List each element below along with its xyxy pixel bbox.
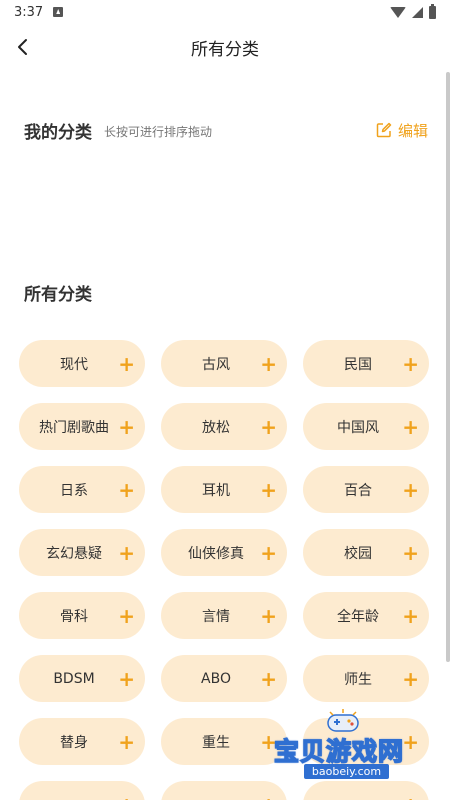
category-chip[interactable]: 玄幻悬疑 + <box>19 529 145 576</box>
category-chip[interactable]: 百合 + <box>303 466 429 513</box>
category-chip[interactable]: 全年龄 + <box>303 592 429 639</box>
category-chip[interactable]: 言情 + <box>161 592 287 639</box>
notification-icon <box>53 7 64 17</box>
watermark: 宝贝游戏网 baobeiy.com <box>273 708 424 780</box>
category-chip[interactable]: 放松 + <box>161 403 287 450</box>
add-icon[interactable]: + <box>118 795 135 800</box>
category-chip[interactable]: 仙侠修真 + <box>161 529 287 576</box>
add-icon[interactable]: + <box>402 795 419 800</box>
status-right <box>390 3 436 19</box>
category-chip[interactable]: + <box>19 781 145 800</box>
header: 所有分类 <box>0 24 450 70</box>
edit-icon <box>376 122 392 138</box>
category-label: 古风 <box>202 356 230 373</box>
add-icon[interactable]: + <box>118 606 135 626</box>
add-icon[interactable]: + <box>118 354 135 374</box>
category-chip[interactable]: 中国风 + <box>303 403 429 450</box>
category-chip[interactable]: 替身 + <box>19 718 145 765</box>
category-chip[interactable]: 师生 + <box>303 655 429 702</box>
category-label: ABO <box>201 670 231 687</box>
my-categories-hint: 长按可进行排序拖动 <box>104 124 213 139</box>
category-label: 玄幻悬疑 <box>46 545 102 562</box>
signal-icon <box>412 6 423 18</box>
category-chip[interactable]: 耳机 + <box>161 466 287 513</box>
add-icon[interactable]: + <box>402 543 419 563</box>
add-icon[interactable]: + <box>402 417 419 437</box>
category-label: 民国 <box>344 356 372 373</box>
add-icon[interactable]: + <box>260 795 277 800</box>
add-icon[interactable]: + <box>260 669 277 689</box>
page-title: 所有分类 <box>191 39 259 60</box>
add-icon[interactable]: + <box>118 543 135 563</box>
gamepad-icon <box>327 709 359 732</box>
category-label: 言情 <box>202 608 230 625</box>
category-label: 百合 <box>344 482 372 499</box>
category-chip[interactable]: BDSM + <box>19 655 145 702</box>
category-chip[interactable]: 日系 + <box>19 466 145 513</box>
category-label: 骨科 <box>60 608 88 625</box>
add-icon[interactable]: + <box>260 417 277 437</box>
screen: 3:37 所有分类 我的分类 长按可进行排序拖动 编辑 所有分类 现代 + 古风 + <box>0 0 450 800</box>
category-label: 全年龄 <box>337 608 379 625</box>
category-chip[interactable]: 校园 + <box>303 529 429 576</box>
status-left: 3:37 <box>14 4 64 20</box>
category-label: 校园 <box>344 545 372 562</box>
category-label: 热门剧歌曲 <box>39 419 109 436</box>
add-icon[interactable]: + <box>260 543 277 563</box>
add-icon[interactable]: + <box>260 480 277 500</box>
category-chip[interactable]: 民国 + <box>303 340 429 387</box>
status-bar: 3:37 <box>0 0 450 24</box>
edit-button[interactable]: 编辑 <box>376 120 428 141</box>
category-chip[interactable]: 重生 + <box>161 718 287 765</box>
category-chip[interactable]: 热门剧歌曲 + <box>19 403 145 450</box>
add-icon[interactable]: + <box>118 480 135 500</box>
status-time: 3:37 <box>14 4 44 20</box>
category-chip[interactable]: 古风 + <box>161 340 287 387</box>
category-label: 仙侠修真 <box>188 545 244 562</box>
add-icon[interactable]: + <box>118 732 135 752</box>
add-icon[interactable]: + <box>118 669 135 689</box>
all-categories-title: 所有分类 <box>24 285 92 305</box>
category-label: BDSM <box>53 670 95 687</box>
category-chip[interactable]: 现代 + <box>19 340 145 387</box>
battery-icon <box>429 3 436 19</box>
add-icon[interactable]: + <box>402 480 419 500</box>
add-icon[interactable]: + <box>260 606 277 626</box>
add-icon[interactable]: + <box>402 354 419 374</box>
add-icon[interactable]: + <box>402 669 419 689</box>
category-chip[interactable]: ABO + <box>161 655 287 702</box>
category-label: 现代 <box>60 356 88 373</box>
category-chip[interactable]: + <box>303 781 429 800</box>
watermark-url: baobeiy.com <box>304 764 389 779</box>
category-label: 耳机 <box>202 482 230 499</box>
category-label: 中国风 <box>337 419 379 436</box>
watermark-text: 宝贝游戏网 <box>273 736 405 767</box>
my-categories-title: 我的分类 <box>24 122 92 143</box>
category-label: 日系 <box>60 482 88 499</box>
add-icon[interactable]: + <box>118 417 135 437</box>
my-categories-header: 我的分类 长按可进行排序拖动 编辑 <box>24 117 428 143</box>
add-icon[interactable]: + <box>402 606 419 626</box>
category-chip[interactable]: 骨科 + <box>19 592 145 639</box>
scrollbar[interactable] <box>446 72 450 662</box>
category-label: 师生 <box>344 671 372 688</box>
add-icon[interactable]: + <box>260 354 277 374</box>
wifi-icon <box>390 6 406 18</box>
category-chip[interactable]: + <box>161 781 287 800</box>
category-label: 放松 <box>202 419 230 436</box>
back-arrow-icon[interactable] <box>14 37 34 57</box>
category-label: 重生 <box>202 734 230 751</box>
category-label: 替身 <box>60 734 88 751</box>
edit-label: 编辑 <box>397 121 428 140</box>
